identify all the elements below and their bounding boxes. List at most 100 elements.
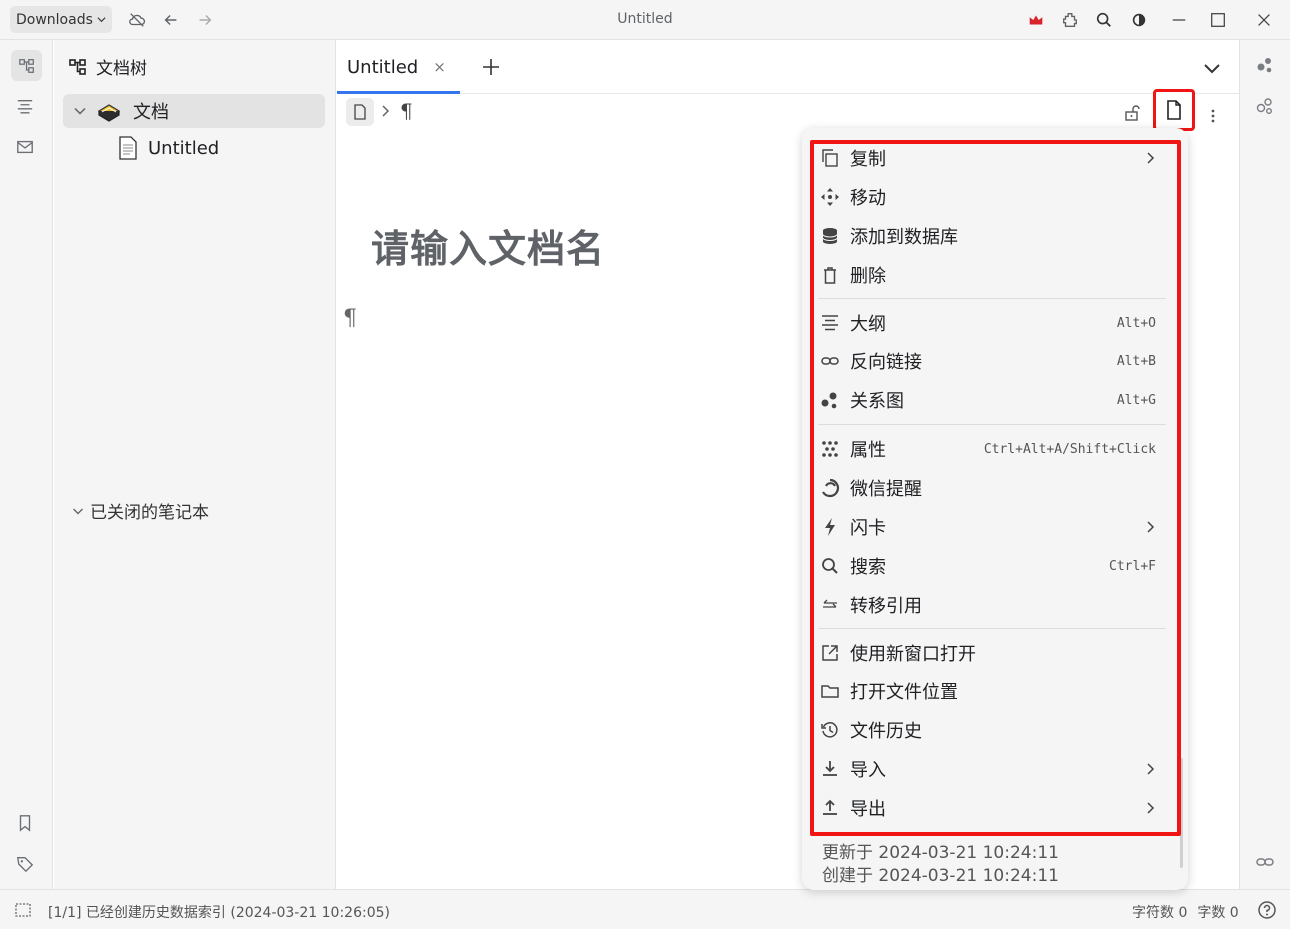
- wechat-reminder-icon: [822, 478, 839, 498]
- tab-bar: Untitled ×: [337, 40, 1239, 94]
- tree-doc-item[interactable]: Untitled: [118, 136, 219, 160]
- menu-item-export[interactable]: 导出: [820, 791, 1160, 825]
- file-tree-icon: [69, 58, 86, 75]
- menu-item-transfer-ref[interactable]: 转移引用: [820, 588, 1160, 622]
- outline-icon[interactable]: [9, 91, 40, 122]
- back-arrow-icon[interactable]: [160, 9, 182, 31]
- move-icon: [821, 188, 839, 206]
- paragraph-block[interactable]: ¶: [343, 306, 357, 331]
- plugin-icon[interactable]: [1059, 9, 1081, 31]
- menu-item-backlinks[interactable]: 反向链接 Alt+B: [820, 344, 1160, 378]
- close-icon[interactable]: [1253, 9, 1275, 31]
- chevron-right-icon: [1147, 802, 1155, 814]
- inbox-icon[interactable]: [9, 131, 40, 162]
- copy-icon: [822, 149, 838, 167]
- chevron-down-icon[interactable]: [73, 104, 87, 118]
- search-icon[interactable]: [1093, 9, 1115, 31]
- chevron-down-icon: [73, 508, 83, 514]
- file-tree-title: 文档树: [96, 59, 147, 79]
- document-icon: [119, 136, 137, 160]
- tab-untitled[interactable]: Untitled ×: [337, 40, 460, 94]
- menu-item-open-file-location[interactable]: 打开文件位置: [820, 674, 1160, 708]
- menu-item-move[interactable]: 移动: [820, 180, 1160, 214]
- status-counts: 字符数 0 字数 0: [1132, 902, 1239, 922]
- closed-notebooks-label: 已关闭的笔记本: [90, 503, 209, 523]
- chevron-right-icon: [1147, 152, 1155, 164]
- maximize-icon[interactable]: [1207, 9, 1229, 31]
- menu-item-search[interactable]: 搜索 Ctrl+F: [820, 549, 1160, 583]
- menu-separator: [818, 424, 1166, 425]
- plus-icon[interactable]: [479, 55, 503, 79]
- theme-mode-icon[interactable]: [1128, 9, 1150, 31]
- new-window-icon: [822, 645, 838, 661]
- file-tree-header: 文档树: [68, 54, 147, 79]
- status-bar: [1/1] 已经创建历史数据索引 (2024-03-21 10:26:05) 字…: [0, 889, 1290, 929]
- menu-item-add-to-database[interactable]: 添加到数据库: [820, 219, 1160, 253]
- char-count: 字符数 0: [1132, 905, 1188, 921]
- breadcrumb-doc[interactable]: [346, 98, 374, 126]
- dock-toggle-icon[interactable]: [14, 901, 32, 919]
- chevron-down-icon[interactable]: [1201, 57, 1223, 79]
- menu-item-open-new-window[interactable]: 使用新窗口打开: [820, 636, 1160, 670]
- outline-icon: [822, 315, 838, 331]
- menu-scrollbar[interactable]: [1180, 758, 1183, 868]
- menu-item-wechat-reminder[interactable]: 微信提醒: [820, 471, 1160, 505]
- updated-time: 更新于 2024-03-21 10:24:11: [822, 843, 1059, 863]
- database-icon: [822, 228, 838, 244]
- doc-menu-button[interactable]: [1153, 89, 1195, 131]
- import-icon: [823, 761, 837, 776]
- created-time: 创建于 2024-03-21 10:24:11: [822, 866, 1059, 886]
- global-graph-icon[interactable]: [1255, 96, 1275, 116]
- left-dock: [0, 40, 53, 889]
- closed-notebooks[interactable]: 已关闭的笔记本: [72, 498, 209, 523]
- search-icon: [822, 558, 838, 574]
- minimize-icon[interactable]: [1168, 9, 1190, 31]
- document-icon: [354, 104, 366, 120]
- workspace-label: Downloads: [16, 11, 93, 28]
- menu-item-flashcard[interactable]: 闪卡: [820, 510, 1160, 544]
- transfer-icon: [823, 599, 837, 608]
- flashcard-icon: [825, 518, 835, 536]
- word-count: 字数 0: [1197, 905, 1239, 921]
- status-message: [1/1] 已经创建历史数据索引 (2024-03-21 10:26:05): [48, 905, 390, 921]
- link-icon: [821, 357, 839, 365]
- chevron-right-icon: [1147, 763, 1155, 775]
- bookmark-icon[interactable]: [9, 807, 40, 838]
- chevron-right-icon: [1147, 521, 1155, 533]
- folder-icon: [821, 685, 839, 698]
- title-bar: Downloads Untitled: [0, 0, 1290, 40]
- more-vertical-icon[interactable]: [1203, 106, 1223, 126]
- menu-separator: [818, 298, 1166, 299]
- unlock-icon[interactable]: [1123, 104, 1141, 122]
- file-tree-icon[interactable]: [11, 50, 42, 81]
- workspace-dropdown[interactable]: Downloads: [10, 6, 112, 33]
- menu-item-copy[interactable]: 复制: [820, 141, 1160, 175]
- menu-item-delete[interactable]: 删除: [820, 258, 1160, 292]
- menu-item-outline[interactable]: 大纲 Alt+O: [820, 306, 1160, 340]
- graph-icon[interactable]: [1255, 55, 1275, 75]
- menu-item-attributes[interactable]: 属性 Ctrl+Alt+A/Shift+Click: [820, 432, 1160, 466]
- help-icon[interactable]: [1257, 900, 1277, 920]
- notebook-icon: [97, 104, 121, 122]
- menu-item-import[interactable]: 导入: [820, 752, 1160, 786]
- cloud-sync-icon[interactable]: [126, 9, 148, 31]
- tab-close-icon[interactable]: ×: [433, 58, 446, 76]
- history-icon: [821, 722, 838, 738]
- chevron-right-icon: [382, 105, 390, 117]
- crown-icon[interactable]: [1025, 9, 1047, 31]
- forward-arrow-icon[interactable]: [194, 9, 216, 31]
- doc-title-placeholder[interactable]: 请输入文档名: [371, 218, 605, 273]
- right-dock: [1239, 40, 1290, 889]
- notebook-label: 文档: [133, 102, 169, 123]
- tab-label: Untitled: [347, 56, 419, 78]
- chevron-down-icon: [97, 17, 106, 23]
- breadcrumb-paragraph[interactable]: ¶: [400, 99, 413, 123]
- trash-icon: [824, 267, 836, 284]
- menu-item-graph[interactable]: 关系图 Alt+G: [820, 383, 1160, 417]
- menu-item-file-history[interactable]: 文件历史: [820, 713, 1160, 747]
- tag-icon[interactable]: [9, 848, 40, 879]
- file-tree-panel: 文档树 文档 Untitled 已关闭的笔记本: [54, 40, 336, 889]
- notebook-item[interactable]: 文档: [63, 94, 325, 128]
- document-icon: [1167, 100, 1181, 120]
- backlink-icon[interactable]: [1255, 852, 1275, 872]
